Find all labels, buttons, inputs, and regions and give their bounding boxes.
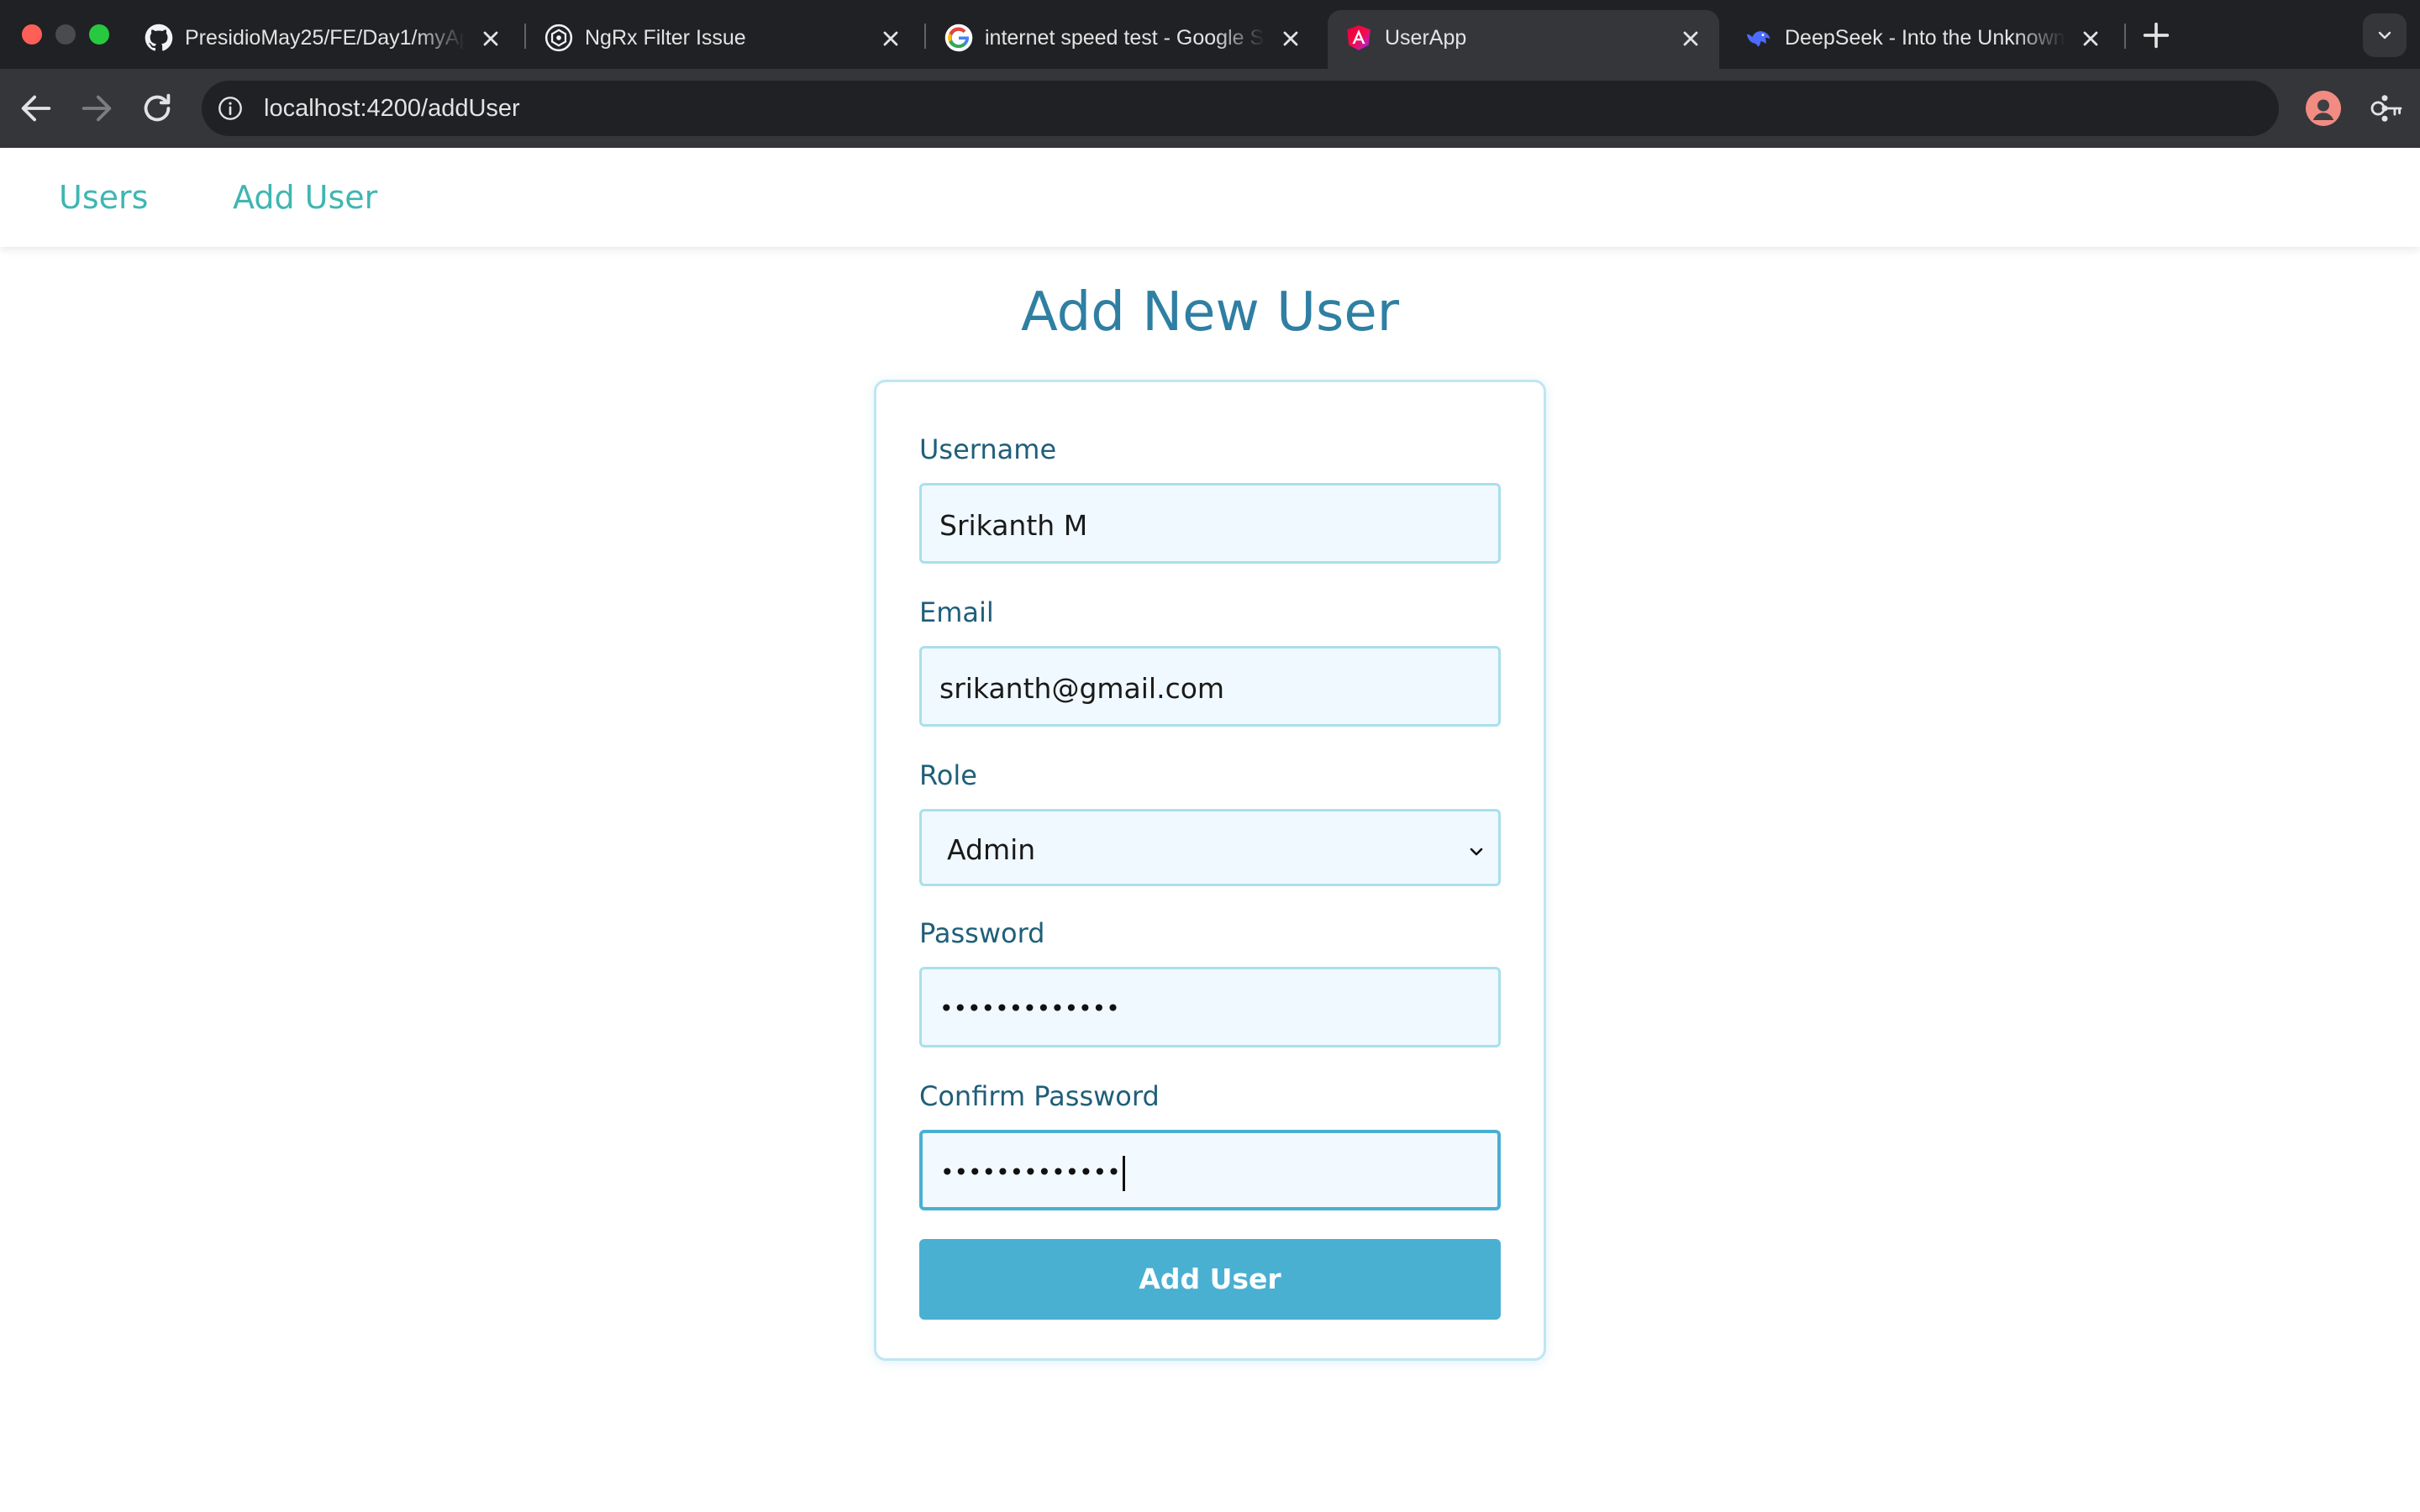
tab-search-button[interactable] (2363, 13, 2407, 57)
angular-icon (1347, 25, 1370, 50)
window-maximize-button[interactable] (89, 24, 109, 45)
reload-icon[interactable] (138, 89, 176, 128)
browser-toolbar: localhost:4200/addUser (0, 69, 2420, 148)
password-masked-value: ••••••••••••• (939, 995, 1120, 1022)
google-icon (944, 24, 973, 52)
close-icon[interactable] (1679, 27, 1702, 50)
app-navbar: Users Add User (0, 148, 2420, 247)
close-icon[interactable] (479, 27, 502, 50)
username-label: Username (919, 433, 1057, 465)
browser-tab[interactable]: PresidioMay25/FE/Day1/myApp (128, 10, 519, 69)
browser-tab[interactable]: NgRx Filter Issue (528, 10, 919, 69)
tab-separator (524, 24, 526, 49)
email-value: srikanth@gmail.com (939, 672, 1225, 705)
window-close-button[interactable] (22, 24, 42, 45)
role-select[interactable]: Admin (919, 809, 1501, 886)
address-bar[interactable]: localhost:4200/addUser (202, 81, 2402, 136)
window-minimize-button[interactable] (55, 24, 76, 45)
nav-link-users[interactable]: Users (59, 176, 148, 218)
tab-title: internet speed test - Google Search (985, 26, 1265, 50)
username-input[interactable]: Srikanth M (919, 483, 1501, 564)
chevron-down-icon (2378, 31, 2391, 39)
text-caret (1122, 1156, 1125, 1191)
role-label: Role (919, 759, 977, 791)
url-text[interactable]: localhost:4200/addUser (264, 92, 520, 124)
tab-title: UserApp (1385, 26, 1467, 50)
username-value: Srikanth M (939, 509, 1088, 542)
tab-title: DeepSeek - Into the Unknown (1785, 26, 2065, 50)
add-user-form: Username Srikanth M Email srikanth@gmail… (874, 380, 1546, 1361)
deepseek-icon (1746, 31, 1770, 47)
close-icon[interactable] (2079, 27, 2102, 50)
email-label: Email (919, 596, 994, 628)
browser-tab-strip: PresidioMay25/FE/Day1/myApp NgRx Filter … (0, 0, 2420, 69)
site-info-icon[interactable] (217, 95, 244, 122)
github-icon (145, 24, 173, 51)
add-user-submit-button[interactable]: Add User (919, 1239, 1501, 1320)
tab-title: NgRx Filter Issue (585, 26, 746, 50)
tab-separator (924, 24, 926, 49)
forward-arrow-icon[interactable] (77, 89, 116, 128)
back-arrow-icon[interactable] (17, 89, 55, 128)
chevron-down-icon (1470, 848, 1483, 856)
confirm-password-masked-value: ••••••••••••• (940, 1158, 1121, 1186)
tab-title: PresidioMay25/FE/Day1/myApp (185, 26, 466, 50)
profile-picture-icon (2306, 91, 2341, 126)
password-input[interactable]: ••••••••••••• (919, 967, 1501, 1047)
nav-link-add-user[interactable]: Add User (233, 176, 377, 218)
browser-tab[interactable]: internet speed test - Google Search (928, 10, 1319, 69)
close-icon[interactable] (1279, 27, 1302, 50)
tab-separator (2124, 24, 2126, 49)
close-icon[interactable] (879, 27, 902, 50)
confirm-password-field-content: ••••••••••••• (940, 1154, 1125, 1191)
new-tab-plus-icon[interactable] (2139, 18, 2173, 52)
chatgpt-icon (544, 24, 573, 52)
role-selected-value: Admin (947, 833, 1036, 866)
more-vert-icon[interactable] (2370, 91, 2400, 126)
password-label: Password (919, 917, 1045, 949)
profile-avatar[interactable] (2306, 91, 2341, 126)
browser-tab[interactable]: DeepSeek - Into the Unknown (1728, 10, 2119, 69)
browser-tab-active[interactable]: UserApp (1328, 10, 1719, 69)
email-input[interactable]: srikanth@gmail.com (919, 646, 1501, 727)
confirm-password-label: Confirm Password (919, 1080, 1160, 1112)
page-title: Add New User (1020, 281, 1400, 344)
confirm-password-input[interactable]: ••••••••••••• (919, 1130, 1501, 1210)
